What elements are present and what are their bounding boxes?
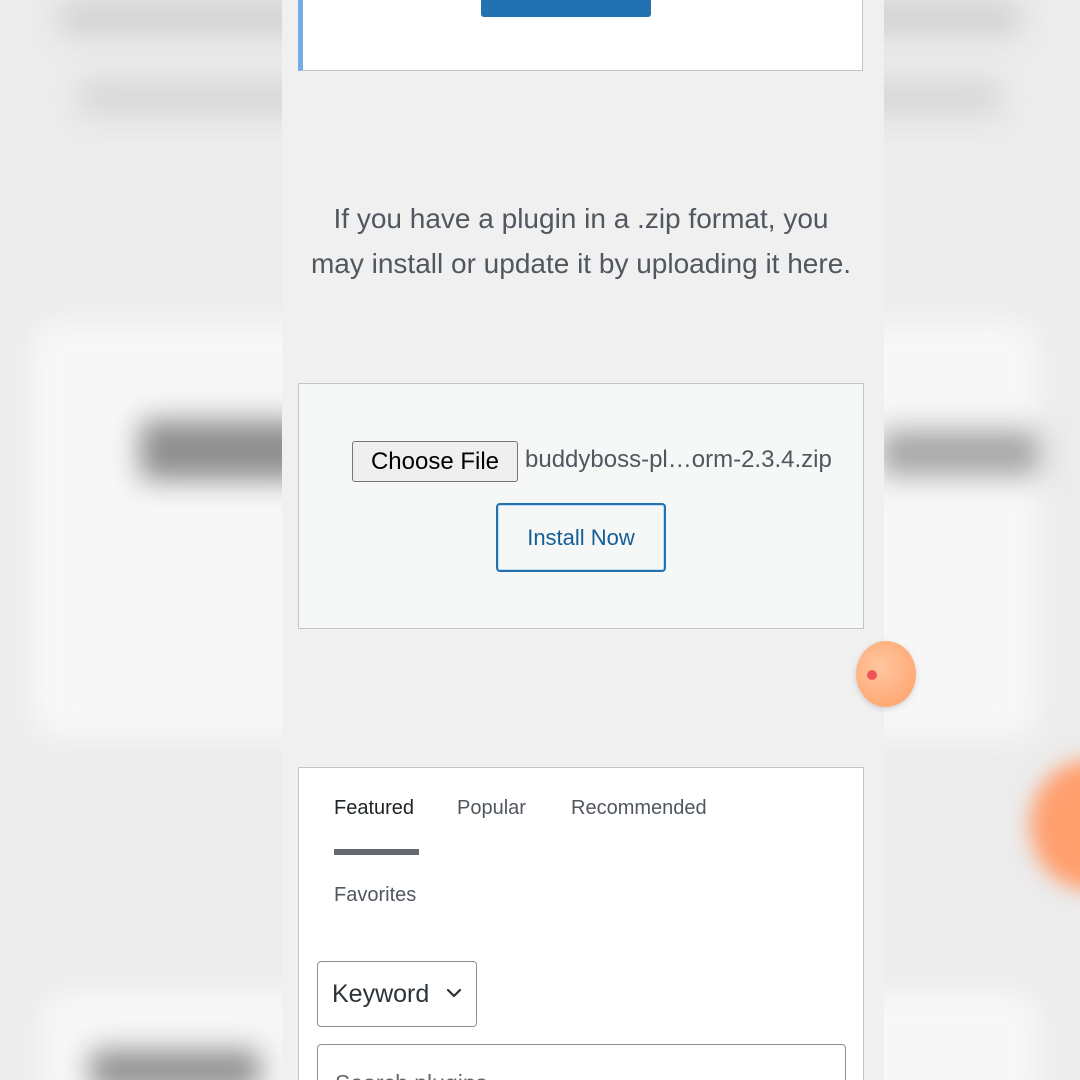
upload-plugin-form: Choose File buddyboss-pl…orm-2.3.4.zip I… <box>298 383 864 629</box>
admin-notice <box>298 0 863 71</box>
tab-favorites[interactable]: Favorites <box>334 884 416 907</box>
active-tab-indicator <box>334 849 419 855</box>
screen-recorder-bubble[interactable] <box>856 641 916 707</box>
blurred-shape <box>880 430 1040 476</box>
tab-recommended[interactable]: Recommended <box>571 797 707 820</box>
search-type-select[interactable]: Keyword <box>317 961 477 1027</box>
choose-file-button[interactable]: Choose File <box>352 441 518 482</box>
notice-button[interactable] <box>481 0 651 17</box>
blurred-shape <box>90 1050 260 1080</box>
upload-help-text: If you have a plugin in a .zip format, y… <box>310 203 852 279</box>
search-plugins-input[interactable] <box>317 1044 846 1080</box>
selected-file-name: buddyboss-pl…orm-2.3.4.zip <box>525 446 832 473</box>
blurred-recorder-bubble <box>1030 760 1080 890</box>
plugin-filter-panel: Featured Popular Recommended Favorites K… <box>298 767 864 1080</box>
plugin-upload-screen: If you have a plugin in a .zip format, y… <box>282 0 884 1080</box>
record-indicator-icon <box>867 670 877 680</box>
chevron-down-icon <box>446 988 462 998</box>
install-now-button[interactable]: Install Now <box>496 503 666 572</box>
tab-featured[interactable]: Featured <box>334 797 414 820</box>
search-type-value: Keyword <box>332 980 430 1008</box>
tab-popular[interactable]: Popular <box>457 797 526 820</box>
